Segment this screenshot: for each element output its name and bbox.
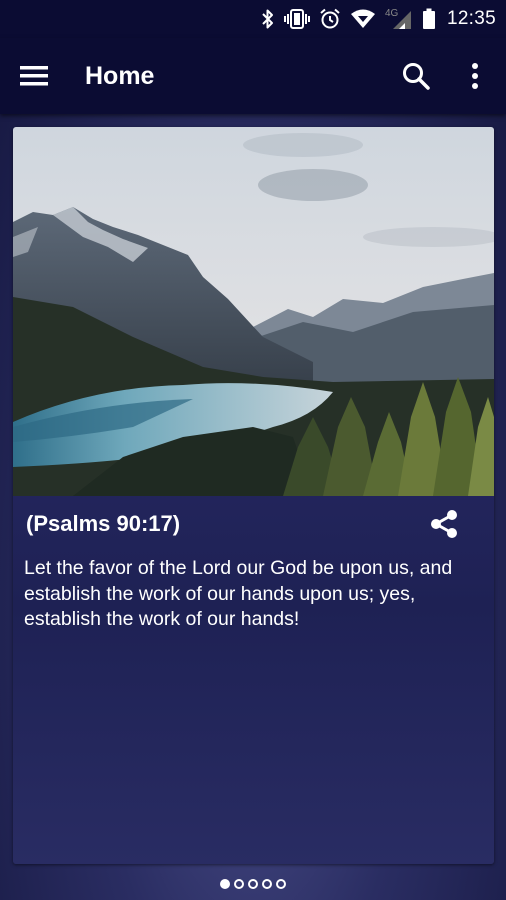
verse-reference: (Psalms 90:17) — [26, 511, 181, 536]
page-dot[interactable] — [234, 879, 244, 889]
status-icons: 4G 12:35 — [261, 0, 496, 38]
app-bar: Home — [0, 38, 506, 114]
more-options-button[interactable] — [463, 58, 487, 94]
network-type-label: 4G — [385, 8, 399, 19]
share-icon — [431, 510, 457, 538]
battery-icon — [422, 8, 435, 29]
search-button[interactable] — [398, 58, 434, 94]
verse-card[interactable]: (Psalms 90:17) Let the favor of the Lord… — [13, 127, 494, 864]
wifi-icon — [350, 9, 375, 28]
vibrate-icon — [283, 9, 310, 29]
share-button[interactable] — [427, 507, 461, 541]
menu-button[interactable] — [20, 60, 60, 92]
alarm-icon — [320, 8, 340, 29]
status-time: 12:35 — [446, 8, 496, 29]
search-icon — [403, 63, 430, 90]
page-dot[interactable] — [262, 879, 272, 889]
page-indicator — [0, 879, 506, 899]
menu-icon — [20, 66, 48, 86]
verse-text: Let the favor of the Lord our God be upo… — [24, 557, 453, 630]
page-dot[interactable] — [276, 879, 286, 889]
more-vert-icon — [472, 63, 478, 89]
signal-icon: 4G — [385, 8, 411, 29]
bluetooth-icon — [262, 9, 273, 29]
status-bar: 4G 12:35 — [0, 0, 506, 38]
app-title: Home — [85, 62, 155, 90]
page-dot[interactable] — [220, 879, 230, 889]
page-dot[interactable] — [248, 879, 258, 889]
verse-image — [13, 127, 494, 496]
